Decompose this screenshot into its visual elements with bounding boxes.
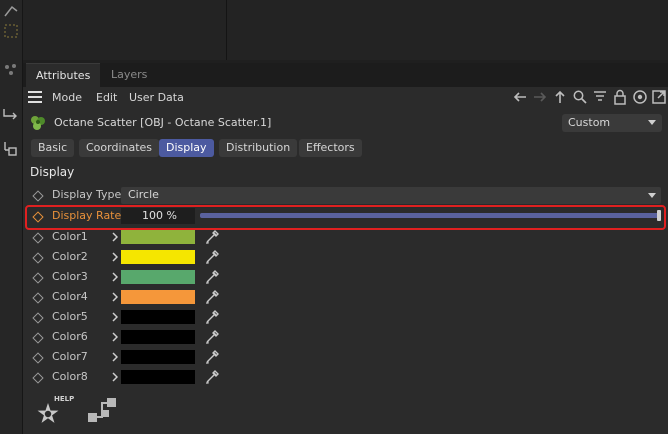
color-label: Color3 bbox=[52, 270, 88, 283]
color-swatch[interactable] bbox=[121, 330, 195, 344]
eyedropper-icon[interactable] bbox=[204, 269, 220, 285]
back-arrow-icon[interactable] bbox=[512, 89, 528, 105]
color-label: Color8 bbox=[52, 370, 88, 383]
chevron-right-icon[interactable] bbox=[112, 332, 118, 342]
color-label: Color1 bbox=[52, 230, 88, 243]
display-rate-slider[interactable] bbox=[200, 210, 661, 221]
chevron-right-icon[interactable] bbox=[112, 312, 118, 322]
eyedropper-icon[interactable] bbox=[204, 249, 220, 265]
octane-scatter-object-icon bbox=[31, 116, 45, 130]
color-label: Color5 bbox=[52, 310, 88, 323]
display-type-dropdown[interactable]: Circle bbox=[121, 187, 661, 204]
subtab-coordinates[interactable]: Coordinates bbox=[79, 139, 160, 157]
display-rate-label: Display Rate bbox=[52, 209, 122, 222]
octane-help-icon[interactable] bbox=[34, 399, 64, 427]
filter-icon[interactable] bbox=[592, 89, 608, 105]
section-title: Display bbox=[30, 165, 75, 179]
display-rate-input[interactable]: 100 % bbox=[121, 208, 195, 224]
left-toolbar bbox=[0, 0, 23, 434]
new-window-icon[interactable] bbox=[651, 89, 667, 105]
chevron-right-icon[interactable] bbox=[112, 292, 118, 302]
subtab-basic[interactable]: Basic bbox=[31, 139, 75, 157]
chevron-down-icon bbox=[648, 120, 656, 125]
target-icon[interactable] bbox=[632, 89, 648, 105]
tab-layers[interactable]: Layers bbox=[101, 63, 157, 87]
mode-dropdown[interactable]: Custom bbox=[562, 114, 662, 132]
color-label: Color7 bbox=[52, 350, 88, 363]
forward-arrow-icon[interactable] bbox=[532, 89, 548, 105]
color-swatch[interactable] bbox=[121, 270, 195, 284]
menu-user-data[interactable]: User Data bbox=[129, 90, 184, 106]
chevron-down-icon bbox=[648, 193, 656, 198]
menu-mode[interactable]: Mode bbox=[52, 90, 82, 106]
color-swatch[interactable] bbox=[121, 230, 195, 244]
menu-edit[interactable]: Edit bbox=[96, 90, 117, 106]
color-swatch[interactable] bbox=[121, 350, 195, 364]
color-label: Color4 bbox=[52, 290, 88, 303]
color-swatch[interactable] bbox=[121, 370, 195, 384]
chevron-right-icon[interactable] bbox=[112, 272, 118, 282]
eyedropper-icon[interactable] bbox=[204, 289, 220, 305]
display-rate-value: 100 % bbox=[142, 209, 177, 222]
eyedropper-icon[interactable] bbox=[204, 329, 220, 345]
chevron-right-icon[interactable] bbox=[112, 372, 118, 382]
eyedropper-icon[interactable] bbox=[204, 369, 220, 385]
subtab-effectors[interactable]: Effectors bbox=[299, 139, 362, 157]
subtab-distribution[interactable]: Distribution bbox=[219, 139, 298, 157]
eyedropper-icon[interactable] bbox=[204, 349, 220, 365]
display-type-value: Circle bbox=[128, 188, 159, 201]
display-rate-slider-handle[interactable] bbox=[657, 210, 661, 221]
lock-icon[interactable] bbox=[612, 89, 628, 105]
color-label: Color6 bbox=[52, 330, 88, 343]
color-swatch[interactable] bbox=[121, 310, 195, 324]
search-icon[interactable] bbox=[572, 89, 588, 105]
chevron-right-icon[interactable] bbox=[112, 232, 118, 242]
node-graph-icon[interactable] bbox=[86, 396, 120, 426]
hamburger-menu-icon[interactable] bbox=[28, 91, 42, 103]
mesh-tool-icon[interactable] bbox=[2, 2, 20, 20]
grid-select-icon[interactable] bbox=[2, 22, 20, 40]
chevron-right-icon[interactable] bbox=[112, 252, 118, 262]
panel-tab-bar: Attributes Layers bbox=[23, 63, 668, 88]
up-arrow-icon[interactable] bbox=[552, 89, 568, 105]
dots-icon[interactable] bbox=[2, 60, 20, 78]
color-swatch[interactable] bbox=[121, 250, 195, 264]
viewport-divider bbox=[226, 0, 227, 60]
hierarchy-tool-icon[interactable] bbox=[2, 140, 20, 158]
display-rate-slider-fill bbox=[200, 213, 661, 218]
display-type-label: Display Type bbox=[52, 188, 122, 201]
color-label: Color2 bbox=[52, 250, 88, 263]
eyedropper-icon[interactable] bbox=[204, 229, 220, 245]
subtab-display[interactable]: Display bbox=[159, 139, 214, 157]
help-badge: HELP bbox=[54, 395, 75, 403]
mode-dropdown-value: Custom bbox=[568, 116, 611, 129]
object-title: Octane Scatter [OBJ - Octane Scatter.1] bbox=[54, 116, 272, 129]
viewport-area bbox=[23, 0, 668, 60]
eyedropper-icon[interactable] bbox=[204, 309, 220, 325]
tab-attributes[interactable]: Attributes bbox=[26, 63, 101, 88]
chevron-right-icon[interactable] bbox=[112, 352, 118, 362]
arrow-right-tool-icon[interactable] bbox=[2, 105, 20, 123]
color-swatch[interactable] bbox=[121, 290, 195, 304]
